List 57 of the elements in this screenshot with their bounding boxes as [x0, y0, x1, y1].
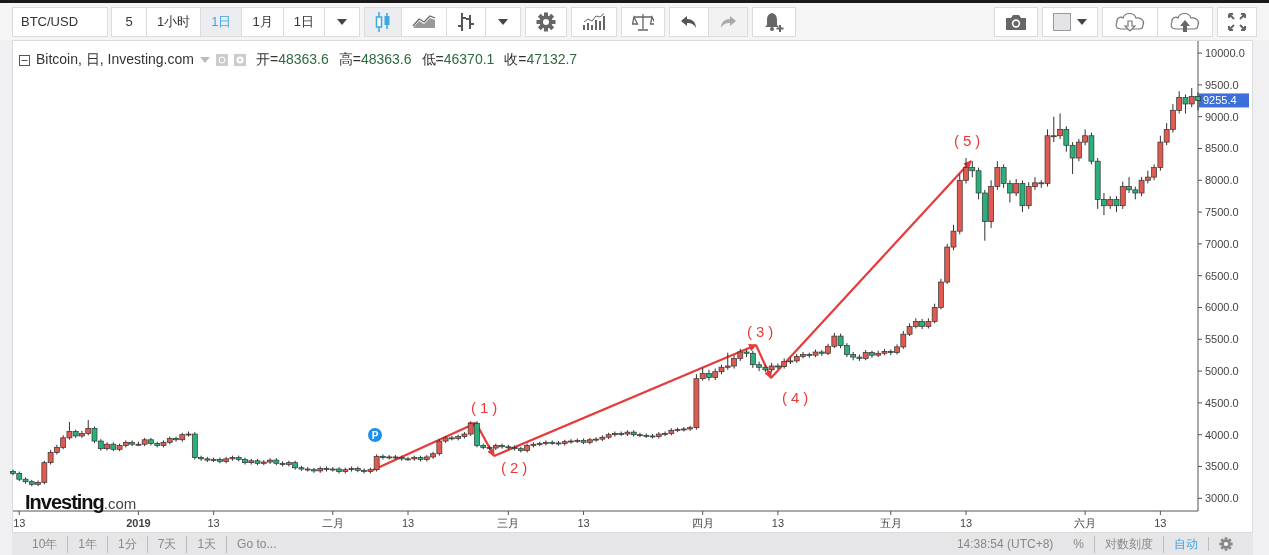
price-axis-label: 8500.0 [1205, 142, 1239, 155]
ohlc-value: 低=46370.1 [421, 51, 495, 69]
price-axis-label: 6500.0 [1205, 269, 1239, 282]
investing-logo: Investing.com [25, 491, 137, 514]
series-title[interactable]: Bitcoin, 日, Investing.com [36, 51, 194, 69]
scale-option[interactable]: 自动 [1163, 535, 1208, 553]
price-axis-label: 5000.0 [1205, 365, 1239, 378]
wave-label: (1) [471, 399, 502, 416]
wave-label: (3) [747, 323, 778, 340]
scale-option[interactable]: 对数刻度 [1094, 535, 1163, 553]
range-button[interactable]: 1分 [107, 535, 147, 553]
range-button[interactable]: Go to... [226, 535, 287, 553]
time-axis-label: 五月 [879, 517, 902, 529]
price-axis-label: 9000.0 [1205, 110, 1239, 123]
price-axis-label: 3000.0 [1205, 492, 1239, 505]
range-button[interactable]: 1年 [67, 535, 108, 553]
time-axis-label: 13 [1154, 517, 1167, 529]
range-button[interactable]: 1天 [186, 535, 227, 553]
price-axis-label: 7500.0 [1205, 206, 1239, 219]
ohlc-value: 开=48363.6 [255, 51, 329, 69]
time-axis-label: 13 [577, 517, 590, 529]
interval-button[interactable]: 5 [111, 6, 147, 37]
wave-label: (5) [954, 132, 985, 149]
time-axis-label: 13 [207, 517, 220, 529]
time-axis-label: 13 [959, 517, 973, 529]
time-axis-label: 二月 [321, 517, 344, 529]
price-axis-label: 8000.0 [1205, 174, 1239, 187]
price-axis-label: 9500.0 [1205, 78, 1239, 91]
interval-button[interactable]: 1月 [241, 6, 284, 37]
price-axis-label: 4000.0 [1205, 428, 1239, 441]
range-button[interactable]: 10年 [22, 535, 68, 553]
price-tag: 9255.4 [1199, 93, 1249, 108]
price-axis-label: 3500.0 [1205, 460, 1239, 473]
ohlc-value: 收=47132.7 [504, 51, 578, 69]
ohlc-value: 高=48363.6 [338, 51, 412, 69]
time-axis-label: 三月 [497, 517, 520, 529]
wave-label: (2) [501, 459, 532, 476]
time-axis-label: 六月 [1074, 517, 1097, 529]
price-axis-label: 6000.0 [1205, 301, 1239, 314]
symbol-field[interactable]: BTC/USD [12, 6, 108, 37]
interval-button[interactable]: 1日 [200, 6, 243, 37]
interval-button[interactable]: 1日 [282, 6, 325, 37]
range-button[interactable]: 7天 [146, 535, 187, 553]
price-axis-label: 4500.0 [1205, 396, 1239, 409]
scale-option[interactable]: % [1063, 535, 1094, 553]
wave-label: (4) [782, 389, 813, 406]
interval-button[interactable]: 1小时 [146, 6, 202, 37]
price-axis-label: 10000.0 [1205, 47, 1245, 60]
time-axis-label: 13 [401, 517, 415, 529]
time-axis-label: 13 [13, 517, 26, 529]
time-axis-label: 2019 [126, 517, 151, 529]
time-axis-label: 13 [771, 517, 785, 529]
time-axis-label: 四月 [691, 517, 714, 529]
price-axis-label: 5500.0 [1205, 333, 1239, 346]
price-axis-label: 7000.0 [1205, 237, 1239, 250]
clock-text: 14:38:54 (UTC+8) [955, 537, 1055, 551]
event-marker[interactable]: P [368, 428, 382, 442]
